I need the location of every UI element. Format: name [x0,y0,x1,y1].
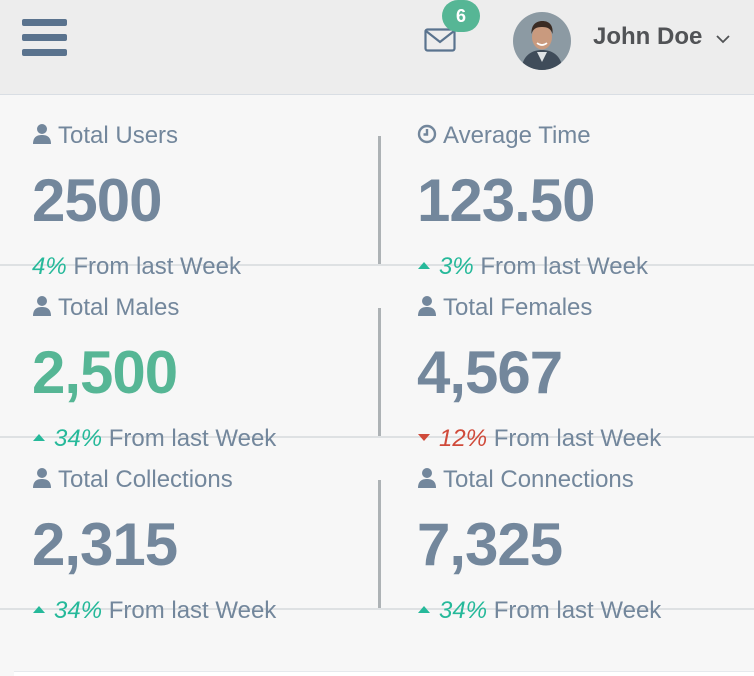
profile-photo-icon [513,12,571,70]
menu-bar [22,49,67,56]
content-panel [14,671,754,676]
stat-change: 34% From last Week [417,597,661,625]
stat-value: 123.50 [417,167,596,234]
column-divider [378,308,381,436]
stat-value: 7,325 [417,511,563,578]
stat-tile: Average Time 123.50 3% From last Week [0,94,648,280]
user-icon [418,296,436,316]
menu-toggle-icon[interactable] [22,19,67,56]
notification-badge: 6 [442,0,480,32]
stat-label-text: Total Females [443,294,593,321]
top-nav: 6 John Doe [0,0,754,95]
stat-change-percent: 34% [439,597,488,624]
stat-label-text: Average Time [443,122,591,149]
envelope-icon[interactable] [424,28,456,52]
stat-tile: Total Connections 7,325 34% From last Week [0,438,661,624]
avatar[interactable] [513,12,571,70]
stat-tile: Total Females 4,567 12% From last Week [0,266,661,452]
menu-bar [22,19,67,26]
stat-label: Total Connections [417,466,634,494]
chevron-down-icon[interactable] [715,33,731,45]
stat-row: Total Males 2,500 34% From last Week Total … [0,266,754,452]
user-icon [418,468,436,488]
column-divider [378,480,381,608]
column-divider [378,136,381,264]
stat-row: Total Collections 2,315 34% From last Week… [0,438,754,624]
stat-label: Total Females [417,294,592,322]
clock-icon [417,124,437,144]
stat-label: Average Time [417,122,591,150]
user-menu-name[interactable]: John Doe [593,23,702,51]
stat-row: Total Users 2500 4% From last Week Average … [0,94,754,280]
stat-label-text: Total Connections [443,466,634,493]
stat-value: 4,567 [417,339,563,406]
caret-up-icon [418,606,430,613]
menu-bar [22,34,67,41]
stat-change-text: From last Week [487,597,662,624]
